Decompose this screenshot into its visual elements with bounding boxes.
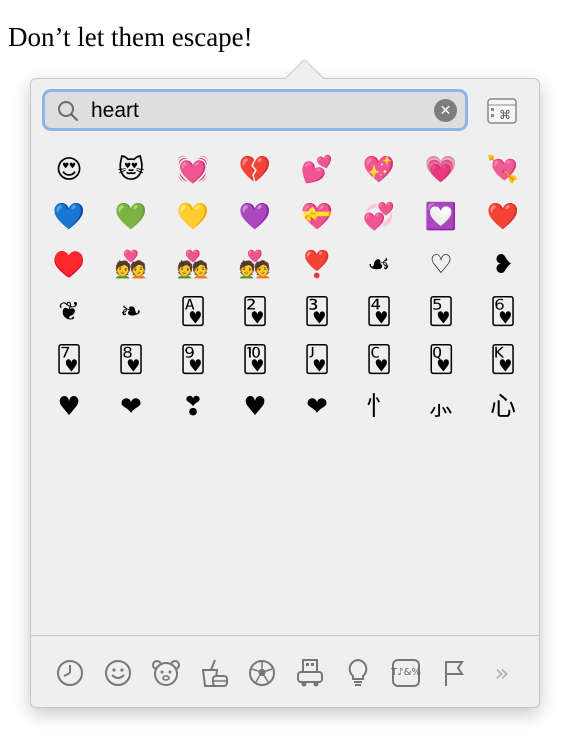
emoji-two-of-hearts[interactable]: 🂲 (224, 289, 286, 337)
travel-icon[interactable] (287, 656, 333, 690)
emoji-revolving-hearts[interactable]: 💞 (348, 194, 410, 242)
emoji-heavy-black-heart[interactable]: ❤ (100, 384, 162, 432)
emoji-picker-popover: ✕ ⌘ 😍😻💓💔💕💖💗💘💙💚💛💜💝💞💟❤️♥️💑💑💑❣️☙♡❥❦❧🂱🂲🂳🂴🂵🂶🂷… (30, 58, 540, 708)
emoji-three-of-hearts[interactable]: 🂳 (286, 289, 348, 337)
emoji-grid: 😍 😻 💓 💔 💕 💖 💗 💘 💙 💚 💛 💜 💝 💞 💟 ❤️ ♥️ 💑 💑 💑 ❣️ ☙ ♡ ❥ ❦ ❧ 🂱 🂲 🂳 🂴 🂵 🂶 🂷 🂸 🂹 🂺 🂻… (38, 146, 534, 431)
emoji-smiling-face-heart-eyes[interactable]: 😍 (38, 146, 100, 194)
emoji-heart-suit[interactable]: ♥️ (38, 241, 100, 289)
emoji-beating-heart[interactable]: 💓 (162, 146, 224, 194)
emoji-couple-with-heart-woman-man[interactable]: 💑 (162, 241, 224, 289)
emoji-blue-heart[interactable]: 💙 (38, 194, 100, 242)
emoji-yellow-heart[interactable]: 💛 (162, 194, 224, 242)
emoji-eight-of-hearts[interactable]: 🂸 (100, 336, 162, 384)
emoji-red-heart[interactable]: ❤️ (472, 194, 534, 242)
page-heading: Don’t let them escape! (8, 22, 253, 52)
search-input[interactable] (89, 96, 423, 126)
emoji-heart-radical[interactable]: 忄 (348, 384, 410, 432)
emoji-seven-of-hearts[interactable]: 🂷 (38, 336, 100, 384)
emoji-jack-of-hearts[interactable]: 🂻 (286, 336, 348, 384)
emoji-heart-with-ribbon[interactable]: 💝 (286, 194, 348, 242)
symbols-label: T♪&% (391, 659, 421, 687)
emoji-heart-with-arrow[interactable]: 💘 (472, 146, 534, 194)
emoji-heart-kanji[interactable]: 心 (472, 384, 534, 432)
clear-search-button[interactable]: ✕ (434, 99, 457, 122)
emoji-growing-heart[interactable]: 💗 (410, 146, 472, 194)
emoji-rotated-floral-heart[interactable]: ❧ (100, 289, 162, 337)
emoji-heart-exclamation[interactable]: ❣️ (286, 241, 348, 289)
clear-icon: ✕ (439, 102, 452, 119)
category-bar: T♪&% » (47, 653, 527, 693)
emoji-two-hearts[interactable]: 💕 (286, 146, 348, 194)
emoji-reversed-rotated-floral-heart[interactable]: ☙ (348, 241, 410, 289)
recent-clock-icon[interactable] (47, 656, 93, 690)
emoji-couple-with-heart-women[interactable]: 💑 (224, 241, 286, 289)
footer-divider (31, 635, 539, 636)
flags-icon[interactable] (431, 656, 477, 690)
emoji-green-heart[interactable]: 💚 (100, 194, 162, 242)
emoji-knight-of-hearts[interactable]: 🂼 (348, 336, 410, 384)
svg-text:⌘: ⌘ (499, 108, 511, 122)
emoji-heavy-heart-exclamation[interactable]: ❣ (162, 384, 224, 432)
objects-lightbulb-icon[interactable] (335, 656, 381, 690)
emoji-purple-heart[interactable]: 💜 (224, 194, 286, 242)
search-field[interactable]: ✕ (42, 89, 468, 131)
smileys-icon[interactable] (95, 656, 141, 690)
activity-soccer-icon[interactable] (239, 656, 285, 690)
emoji-ten-of-hearts[interactable]: 🂺 (224, 336, 286, 384)
emoji-couple-with-heart[interactable]: 💑 (100, 241, 162, 289)
emoji-nine-of-hearts[interactable]: 🂹 (162, 336, 224, 384)
emoji-sparkling-heart[interactable]: 💖 (348, 146, 410, 194)
symbols-icon[interactable]: T♪&% (383, 656, 429, 690)
emoji-king-of-hearts[interactable]: 🂾 (472, 336, 534, 384)
emoji-heart-suit-text[interactable]: ♥ (224, 384, 286, 432)
emoji-four-of-hearts[interactable]: 🂴 (348, 289, 410, 337)
emoji-cat-heart-eyes[interactable]: 😻 (100, 146, 162, 194)
keyboard-viewer-icon[interactable]: ⌘ (487, 98, 517, 124)
emoji-rotated-heavy-heart-bullet[interactable]: ❥ (472, 241, 534, 289)
emoji-queen-of-hearts[interactable]: 🂽 (410, 336, 472, 384)
emoji-black-heart-suit[interactable]: ♥ (38, 384, 100, 432)
emoji-heavy-heart-text[interactable]: ❤ (286, 384, 348, 432)
emoji-heart-radical-bottom[interactable]: ⺗ (410, 384, 472, 432)
emoji-floral-heart[interactable]: ❦ (38, 289, 100, 337)
emoji-heart-decoration[interactable]: 💟 (410, 194, 472, 242)
food-icon[interactable] (191, 656, 237, 690)
emoji-six-of-hearts[interactable]: 🂶 (472, 289, 534, 337)
emoji-five-of-hearts[interactable]: 🂵 (410, 289, 472, 337)
animals-icon[interactable] (143, 656, 189, 690)
more-chevron-label: » (494, 659, 510, 687)
emoji-broken-heart[interactable]: 💔 (224, 146, 286, 194)
emoji-ace-of-hearts[interactable]: 🂱 (162, 289, 224, 337)
more-chevron-icon[interactable]: » (479, 656, 525, 690)
search-icon (58, 101, 79, 122)
emoji-white-heart-suit[interactable]: ♡ (410, 241, 472, 289)
